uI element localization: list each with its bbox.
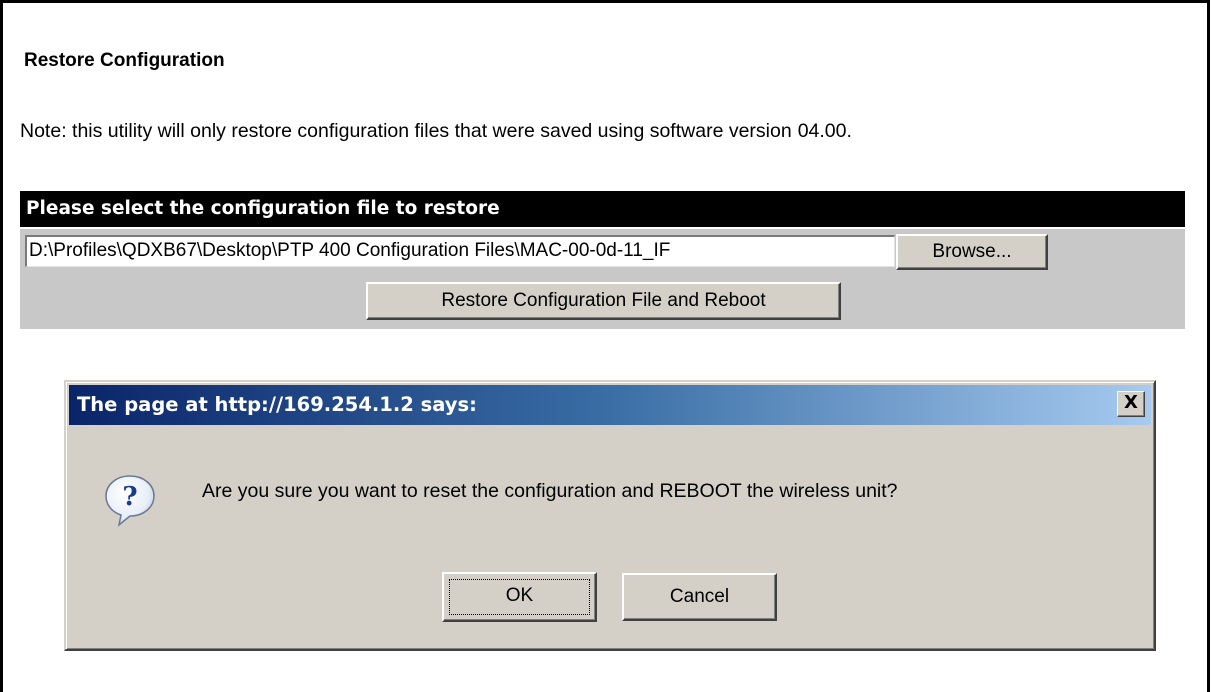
- page-border-right: [1207, 0, 1210, 692]
- ok-button-label: OK: [505, 585, 534, 606]
- dialog-title: The page at http://169.254.1.2 says:: [77, 393, 477, 416]
- restore-and-reboot-button[interactable]: Restore Configuration File and Reboot: [366, 282, 841, 320]
- page-title: Restore Configuration: [24, 50, 225, 71]
- ok-button[interactable]: OK: [442, 572, 597, 622]
- restore-panel: Please select the configuration file to …: [20, 191, 1185, 329]
- restore-panel-header: Please select the configuration file to …: [20, 191, 1185, 227]
- version-note-text: Note: this utility will only restore con…: [20, 120, 792, 142]
- dialog-message: Are you sure you want to reset the confi…: [202, 480, 898, 502]
- question-icon: ?: [102, 472, 158, 528]
- page-border-left: [0, 0, 3, 692]
- svg-text:?: ?: [122, 482, 137, 512]
- config-file-input[interactable]: D:\Profiles\QDXB67\Desktop\PTP 400 Confi…: [25, 235, 895, 267]
- dialog-titlebar[interactable]: The page at http://169.254.1.2 says: X: [69, 385, 1151, 425]
- dialog-close-button[interactable]: X: [1117, 391, 1145, 417]
- confirm-dialog: The page at http://169.254.1.2 says: X ?…: [64, 380, 1156, 651]
- file-select-row: D:\Profiles\QDXB67\Desktop\PTP 400 Confi…: [20, 227, 1185, 275]
- restore-row: Restore Configuration File and Reboot: [20, 275, 1185, 329]
- page-border-top: [0, 0, 1210, 3]
- cancel-button[interactable]: Cancel: [622, 573, 777, 621]
- browse-button[interactable]: Browse...: [896, 234, 1048, 270]
- version-note: Note: this utility will only restore con…: [20, 120, 852, 143]
- software-version: 04.00.: [797, 120, 852, 142]
